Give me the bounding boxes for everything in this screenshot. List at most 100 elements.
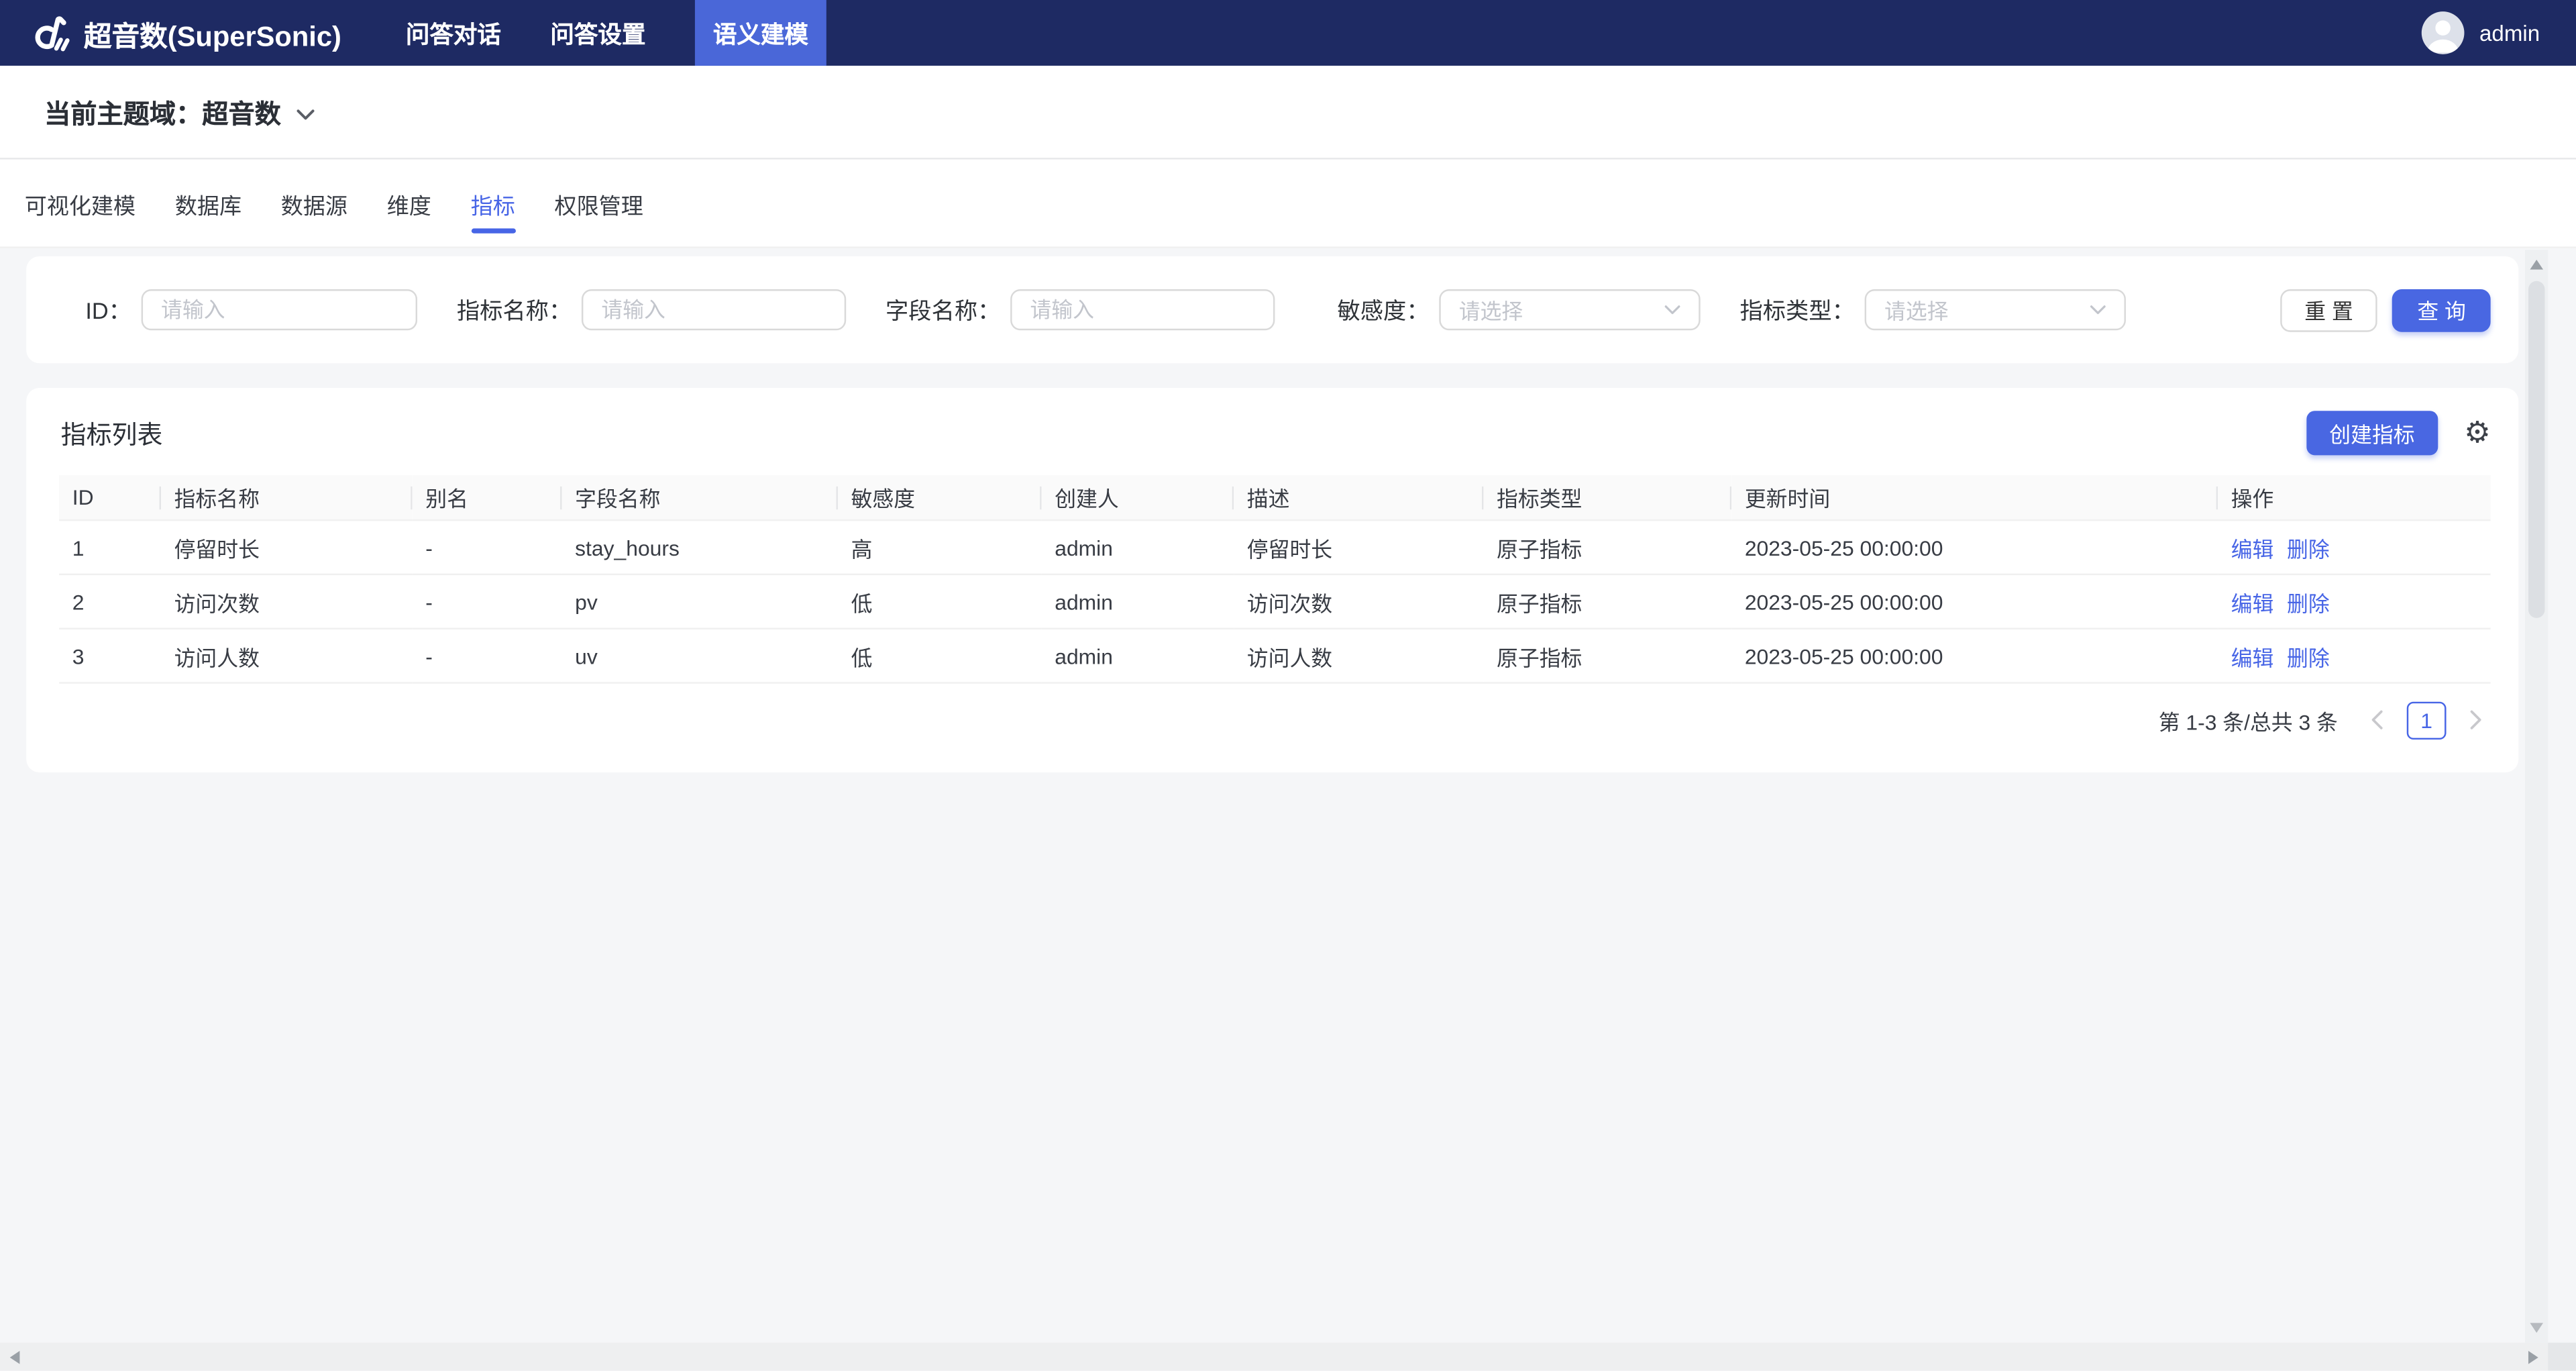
horizontal-scrollbar[interactable] [0,1343,2576,1371]
metric-list-title: 指标列表 [61,415,163,451]
col-sensitivity: 敏感度 [838,475,1042,520]
query-button[interactable]: 查 询 [2393,289,2491,332]
cell-creator: admin [1042,520,1234,574]
sensitivity-filter-label: 敏感度： [1337,293,1429,326]
metric-type-filter-label: 指标类型： [1739,293,1854,326]
domain-value[interactable]: 超音数 [202,92,281,132]
cell-description: 访问次数 [1234,574,1483,629]
field-name-filter-input[interactable] [1010,289,1275,330]
cell-sensitivity: 低 [838,574,1042,629]
user-name: admin [2479,21,2540,46]
chevron-down-icon [1664,304,1680,315]
avatar [2422,11,2465,54]
cell-description: 停留时长 [1234,520,1483,574]
delete-link[interactable]: 删除 [2287,645,2330,670]
gear-icon[interactable]: ⚙ [2464,418,2491,448]
cell-field: pv [562,574,838,629]
metric-list-panel: 指标列表 创建指标 ⚙ ID 指标名称 别名 字段名称 敏感度 [26,388,2518,772]
cell-alias: - [413,520,562,574]
filter-metric-type: 指标类型： 请选择 [1739,289,2126,330]
cell-id: 2 [59,574,161,629]
edit-link[interactable]: 编辑 [2231,591,2274,615]
app-window: 超音数(SuperSonic) 问答对话 问答设置 语义建模 admin 当前主… [0,0,2576,1371]
chevron-down-icon[interactable] [296,107,315,121]
cell-name: 停留时长 [161,520,413,574]
chevron-down-icon [2090,304,2106,315]
cell-type: 原子指标 [1483,574,1731,629]
metric-name-filter-label: 指标名称： [457,293,572,326]
tab-permission[interactable]: 权限管理 [555,160,643,247]
filter-id: ID： [26,289,417,330]
chevron-right-icon[interactable] [2461,702,2491,738]
field-name-filter-label: 字段名称： [885,293,1000,326]
scrollbar-corner [2548,1343,2576,1371]
id-filter-label: ID： [26,293,131,326]
sensitivity-select[interactable]: 请选择 [1439,289,1700,330]
chevron-left-icon[interactable] [2363,702,2392,738]
nav-item-qa-dialog[interactable]: 问答对话 [406,0,501,66]
user-menu[interactable]: admin [2422,0,2576,66]
screen: 超音数(SuperSonic) 问答对话 问答设置 语义建模 admin 当前主… [0,0,2576,1371]
cell-creator: admin [1042,574,1234,629]
filter-metric-name: 指标名称： [457,289,846,330]
vertical-scroll-thumb[interactable] [2528,281,2544,618]
tab-visual-modeling[interactable]: 可视化建模 [25,160,136,247]
domain-label: 当前主题域： [44,92,202,132]
col-creator: 创建人 [1042,475,1234,520]
scroll-down-arrow[interactable] [2530,1323,2543,1333]
cell-updated: 2023-05-25 00:00:00 [1731,629,2218,683]
tab-database[interactable]: 数据库 [175,160,241,247]
tab-datasource[interactable]: 数据源 [281,160,347,247]
brand-title: 超音数(SuperSonic) [84,12,341,53]
supersonic-logo-icon [28,11,72,55]
model-tabbar: 可视化建模 数据库 数据源 维度 指标 权限管理 [0,160,2576,248]
cell-field: uv [562,629,838,683]
filter-buttons: 重 置 查 询 [2280,289,2491,332]
col-metric-name: 指标名称 [161,475,413,520]
filter-panel: ID： 指标名称： 字段名称： 敏感度： 请选择 [26,256,2518,363]
col-actions: 操作 [2218,475,2491,520]
delete-link[interactable]: 删除 [2287,537,2330,562]
metric-list-header: 指标列表 创建指标 ⚙ [59,411,2490,455]
domain-bar: 当前主题域： 超音数 [0,66,2576,160]
tab-dimension[interactable]: 维度 [387,160,431,247]
cell-alias: - [413,629,562,683]
sensitivity-select-placeholder: 请选择 [1459,294,1523,325]
id-filter-input[interactable] [142,289,417,330]
nav-item-semantic-modeling[interactable]: 语义建模 [695,0,826,66]
metric-type-select-placeholder: 请选择 [1884,294,1949,325]
cell-updated: 2023-05-25 00:00:00 [1731,520,2218,574]
pagination-page-1[interactable]: 1 [2407,701,2447,738]
main-nav: 问答对话 问答设置 语义建模 [406,0,826,66]
col-description: 描述 [1234,475,1483,520]
scroll-left-arrow[interactable] [10,1351,20,1364]
col-field-name: 字段名称 [562,475,838,520]
brand: 超音数(SuperSonic) [0,0,406,66]
cell-sensitivity: 低 [838,629,1042,683]
tab-metric[interactable]: 指标 [471,160,515,247]
cell-creator: admin [1042,629,1234,683]
table-row: 1 停留时长 - stay_hours 高 admin 停留时长 原子指标 20… [59,520,2490,574]
scroll-up-arrow[interactable] [2530,260,2543,270]
create-metric-button[interactable]: 创建指标 [2306,411,2438,455]
metric-name-filter-input[interactable] [582,289,846,330]
cell-field: stay_hours [562,520,838,574]
cell-name: 访问人数 [161,629,413,683]
top-navbar: 超音数(SuperSonic) 问答对话 问答设置 语义建模 admin [0,0,2576,66]
filter-sensitivity: 敏感度： 请选择 [1337,289,1700,330]
edit-link[interactable]: 编辑 [2231,645,2274,670]
content-area: ID： 指标名称： 字段名称： 敏感度： 请选择 [0,248,2576,772]
nav-item-qa-settings[interactable]: 问答设置 [550,0,645,66]
reset-button[interactable]: 重 置 [2280,289,2378,332]
delete-link[interactable]: 删除 [2287,591,2330,615]
col-alias: 别名 [413,475,562,520]
filter-field-name: 字段名称： [885,289,1275,330]
col-id: ID [59,475,161,520]
cell-description: 访问人数 [1234,629,1483,683]
vertical-scrollbar[interactable] [2525,250,2548,1343]
cell-updated: 2023-05-25 00:00:00 [1731,574,2218,629]
pagination-summary: 第 1-3 条/总共 3 条 [2159,704,2338,735]
edit-link[interactable]: 编辑 [2231,537,2274,562]
metric-type-select[interactable]: 请选择 [1865,289,2126,330]
scroll-right-arrow[interactable] [2528,1351,2538,1364]
